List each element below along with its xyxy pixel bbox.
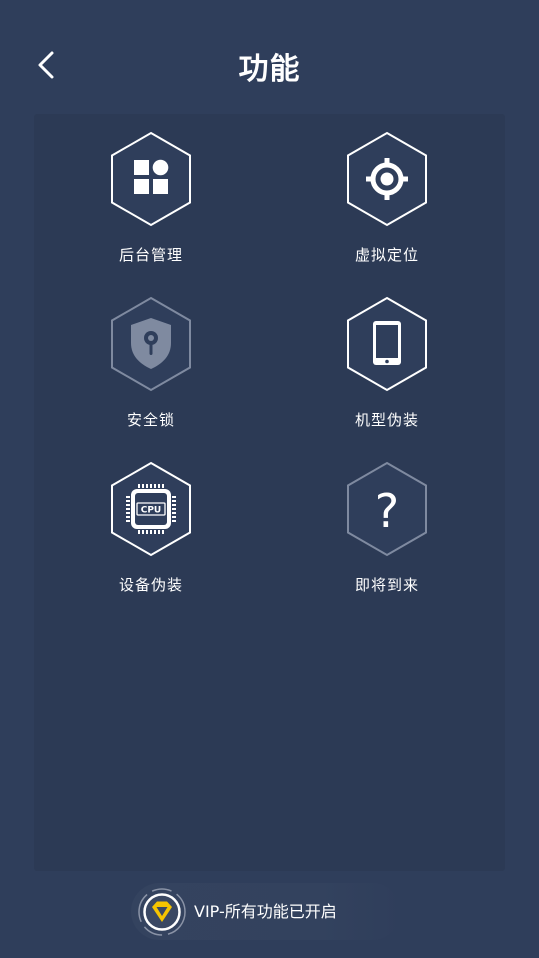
page-title: 功能 [238,52,301,87]
question-mark-icon: ? [347,461,427,557]
vip-status-bar[interactable]: VIP-所有功能已开启 [131,883,401,940]
vip-v-badge-icon [138,888,186,936]
feature-label: 虚拟定位 [354,246,419,264]
feature-label: 机型伪装 [354,411,419,429]
feature-coming-soon[interactable]: ? 即将到来 [307,461,467,611]
svg-text:?: ? [375,484,399,538]
vip-status-text: VIP-所有功能已开启 [194,902,337,921]
shield-lock-icon [111,296,191,392]
feature-panel: 后台管理 虚拟定位 安全锁 机型伪装 CPU 设备伪装 ? 即将到来 [34,114,505,871]
apps-grid-icon [111,131,191,227]
feature-label: 即将到来 [354,576,419,594]
feature-label: 安全锁 [126,411,175,429]
svg-text:CPU: CPU [141,506,162,516]
phone-icon [347,296,427,392]
crosshair-target-icon [347,131,427,227]
feature-model-disguise[interactable]: 机型伪装 [307,296,467,446]
feature-device-disguise[interactable]: CPU 设备伪装 [71,461,231,611]
feature-label: 后台管理 [118,246,183,264]
feature-background-manage[interactable]: 后台管理 [71,131,231,281]
cpu-chip-icon: CPU [111,461,191,557]
feature-label: 设备伪装 [118,576,183,594]
feature-virtual-location[interactable]: 虚拟定位 [307,131,467,281]
header: 功能 [0,0,539,120]
feature-security-lock[interactable]: 安全锁 [71,296,231,446]
